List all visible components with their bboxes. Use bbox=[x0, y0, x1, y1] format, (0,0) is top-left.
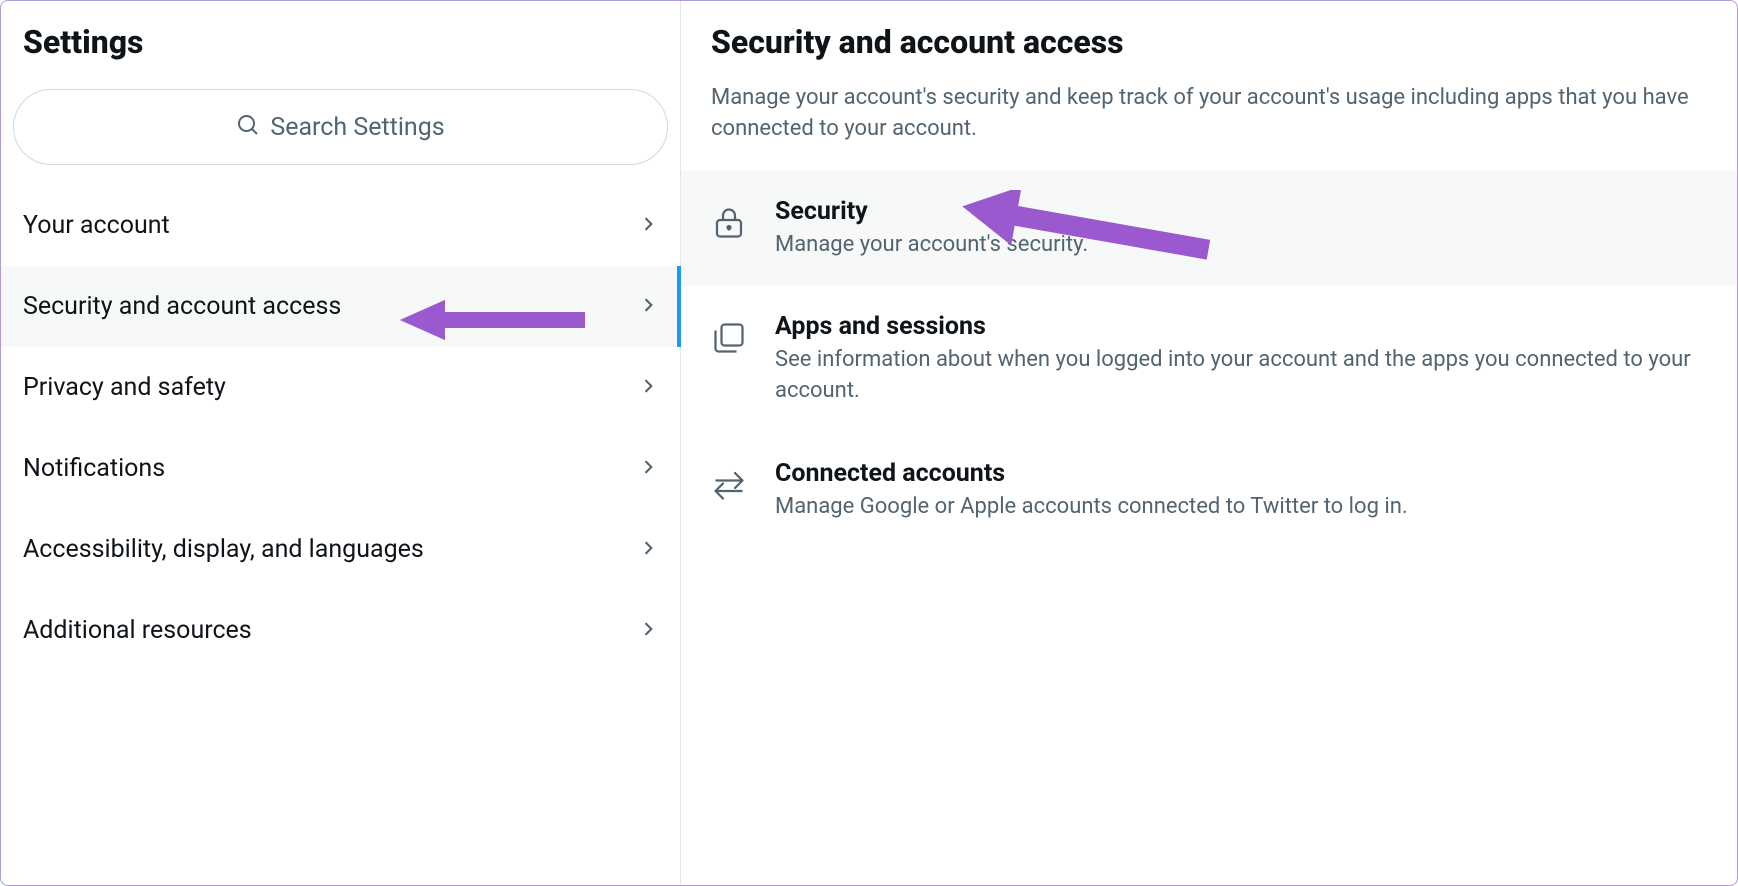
lock-icon bbox=[711, 203, 747, 243]
search-container: Search Settings bbox=[1, 79, 680, 185]
apps-icon bbox=[711, 318, 747, 358]
chevron-right-icon bbox=[638, 538, 658, 562]
sidebar-item-label: Additional resources bbox=[23, 616, 252, 645]
detail-list: Security Manage your account's security.… bbox=[711, 171, 1737, 549]
detail-item-apps-sessions[interactable]: Apps and sessions See information about … bbox=[711, 286, 1737, 433]
sidebar-item-security-access[interactable]: Security and account access bbox=[1, 266, 680, 347]
sidebar-item-notifications[interactable]: Notifications bbox=[1, 428, 680, 509]
detail-description: See information about when you logged in… bbox=[775, 345, 1707, 407]
chevron-right-icon bbox=[638, 376, 658, 400]
sidebar-item-label: Your account bbox=[23, 211, 170, 240]
settings-sidebar: Settings Search Settings Your account Se… bbox=[1, 1, 681, 885]
sidebar-item-your-account[interactable]: Your account bbox=[1, 185, 680, 266]
detail-text: Apps and sessions See information about … bbox=[775, 312, 1707, 407]
sidebar-item-label: Privacy and safety bbox=[23, 373, 226, 402]
search-input[interactable]: Search Settings bbox=[13, 89, 668, 165]
chevron-right-icon bbox=[638, 214, 658, 238]
transfer-icon bbox=[711, 465, 747, 505]
detail-description: Manage your account's security. bbox=[775, 230, 1707, 261]
main-title: Security and account access bbox=[711, 23, 1737, 83]
detail-text: Security Manage your account's security. bbox=[775, 197, 1707, 261]
sidebar-nav: Your account Security and account access… bbox=[1, 185, 680, 671]
sidebar-item-additional[interactable]: Additional resources bbox=[1, 590, 680, 671]
detail-description: Manage Google or Apple accounts connecte… bbox=[775, 492, 1707, 523]
sidebar-item-privacy[interactable]: Privacy and safety bbox=[1, 347, 680, 428]
detail-title: Security bbox=[775, 197, 1707, 226]
chevron-right-icon bbox=[638, 619, 658, 643]
detail-title: Apps and sessions bbox=[775, 312, 1707, 341]
detail-text: Connected accounts Manage Google or Appl… bbox=[775, 459, 1707, 523]
sidebar-item-accessibility[interactable]: Accessibility, display, and languages bbox=[1, 509, 680, 590]
sidebar-item-label: Accessibility, display, and languages bbox=[23, 535, 424, 564]
sidebar-header: Settings bbox=[1, 1, 680, 79]
detail-item-connected-accounts[interactable]: Connected accounts Manage Google or Appl… bbox=[711, 433, 1737, 549]
chevron-right-icon bbox=[638, 295, 658, 319]
search-icon bbox=[236, 113, 260, 141]
detail-item-security[interactable]: Security Manage your account's security. bbox=[681, 171, 1737, 287]
main-description: Manage your account's security and keep … bbox=[711, 83, 1737, 171]
sidebar-item-label: Notifications bbox=[23, 454, 165, 483]
main-panel: Security and account access Manage your … bbox=[681, 1, 1737, 885]
detail-title: Connected accounts bbox=[775, 459, 1707, 488]
page-title: Settings bbox=[23, 23, 658, 61]
sidebar-item-label: Security and account access bbox=[23, 292, 341, 321]
search-placeholder: Search Settings bbox=[270, 113, 444, 142]
chevron-right-icon bbox=[638, 457, 658, 481]
